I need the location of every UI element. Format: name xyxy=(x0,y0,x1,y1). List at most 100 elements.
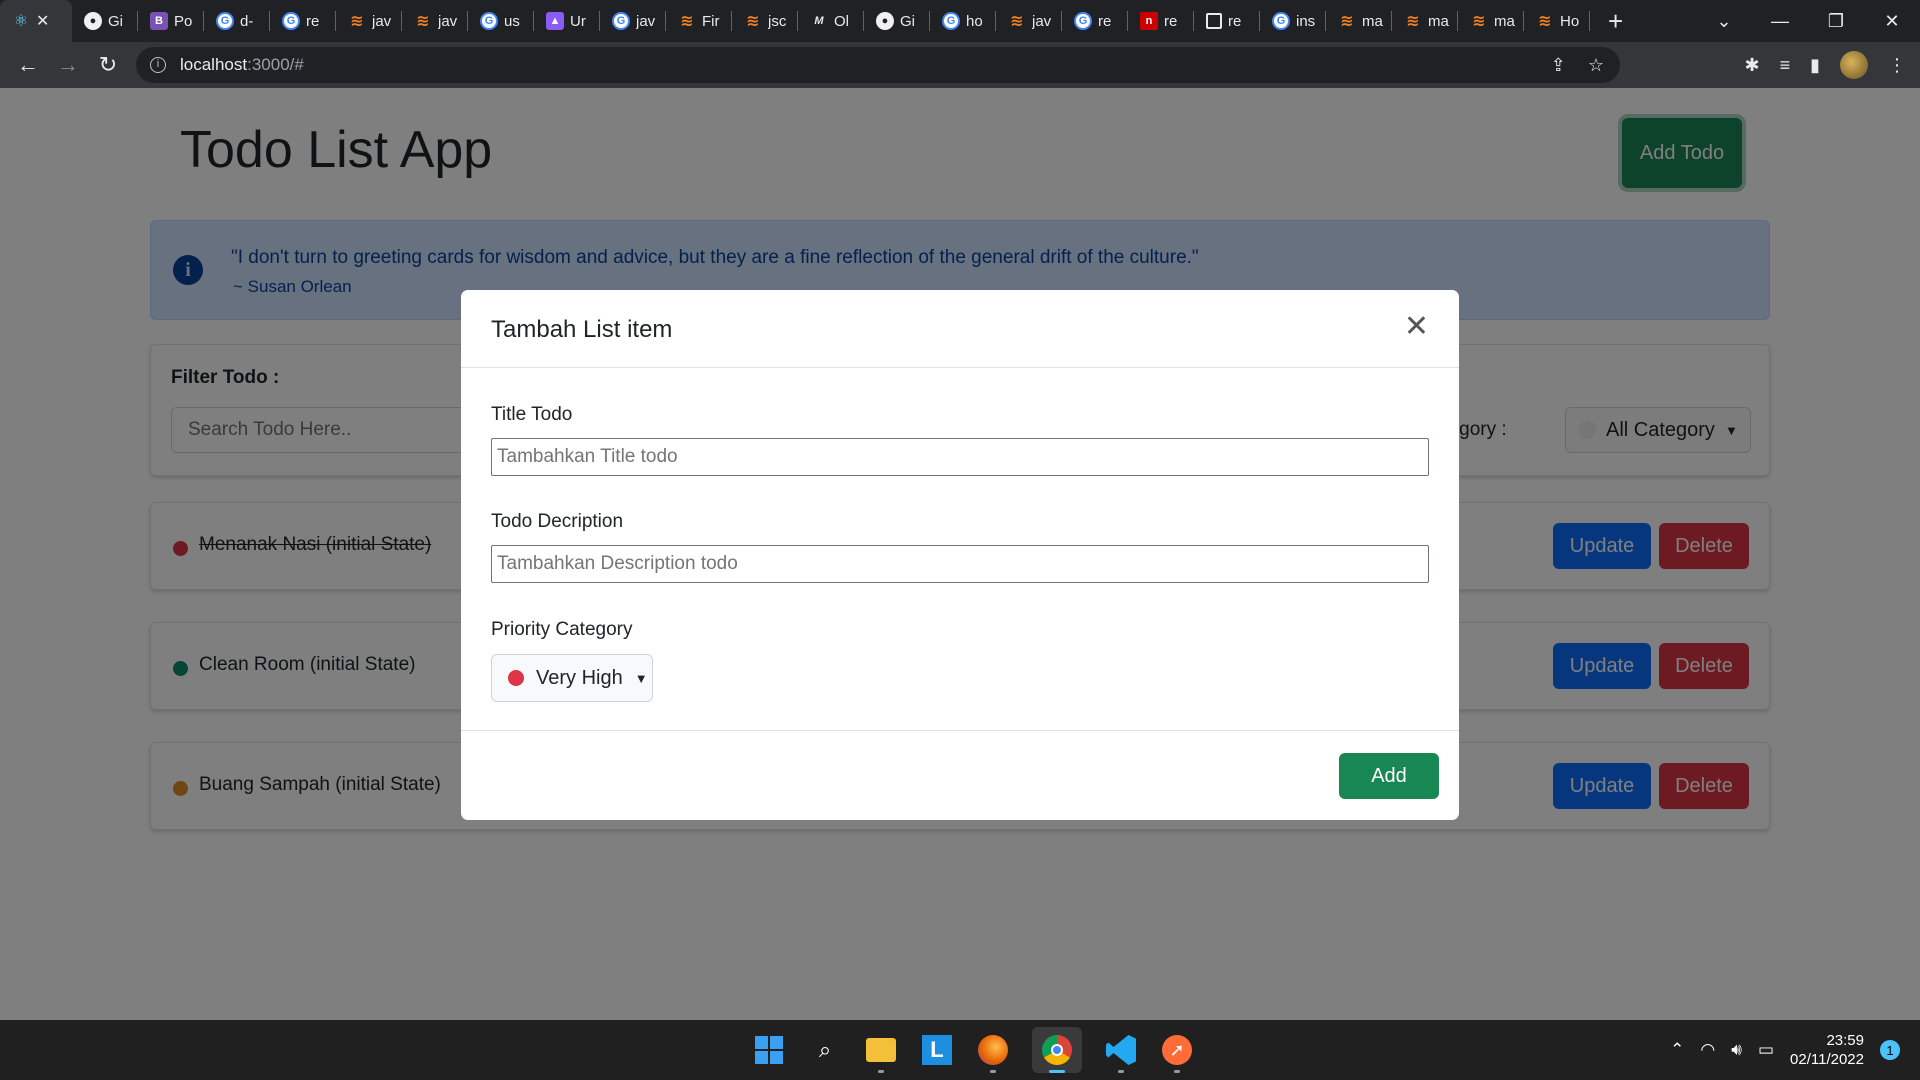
add-button[interactable]: Add xyxy=(1339,753,1439,799)
modal-footer: Add xyxy=(461,730,1459,820)
browser-tab[interactable]: Gho xyxy=(930,0,996,42)
volume-icon[interactable]: 🔊︎ xyxy=(1731,1040,1742,1060)
priority-value: Very High xyxy=(536,666,623,689)
stackoverflow-icon: ≋ xyxy=(1340,13,1354,30)
restore-icon[interactable]: ❐ xyxy=(1808,11,1864,32)
chrome-icon[interactable] xyxy=(1032,1027,1082,1073)
google-icon: G xyxy=(480,12,498,30)
browser-tab-active[interactable]: ⚛ ✕ xyxy=(0,0,72,42)
google-icon: G xyxy=(942,12,960,30)
browser-tab[interactable]: ≋ jav xyxy=(336,0,402,42)
tab-label: jav xyxy=(438,12,458,30)
tab-label: jav xyxy=(1032,12,1052,30)
bookmark-star-icon[interactable]: ☆ xyxy=(1588,55,1604,76)
file-explorer-icon[interactable] xyxy=(864,1033,898,1073)
wifi-icon[interactable]: ◠ xyxy=(1700,1040,1715,1060)
browser-tab[interactable]: Gre xyxy=(1062,0,1128,42)
window-close-icon[interactable]: ✕ xyxy=(1864,11,1920,32)
browser-menu-icon[interactable]: ⋮ xyxy=(1888,55,1906,76)
notification-badge[interactable]: 1 xyxy=(1880,1040,1900,1060)
media-control-icon[interactable]: ≡ xyxy=(1780,55,1791,76)
address-bar: ← → ↻ i localhost:3000/# ⇪ ☆ ✱ ≡ ▮ ⋮ xyxy=(0,42,1920,88)
start-icon[interactable] xyxy=(752,1033,786,1067)
google-icon: G xyxy=(612,12,630,30)
clock[interactable]: 23:59 02/11/2022 xyxy=(1790,1031,1864,1069)
tab-label: ins xyxy=(1296,12,1316,30)
npm-icon: n xyxy=(1140,12,1158,30)
stackoverflow-icon: ≋ xyxy=(1010,13,1024,30)
modal-title: Tambah List item xyxy=(491,316,673,343)
browser-tab[interactable]: Gre xyxy=(270,0,336,42)
github-icon: ● xyxy=(876,12,894,30)
browser-tab[interactable]: Gjav xyxy=(600,0,666,42)
search-icon[interactable]: ⌕ xyxy=(808,1033,842,1067)
tab-label: jav xyxy=(636,12,656,30)
description-input[interactable] xyxy=(491,545,1429,583)
browser-tab[interactable]: re xyxy=(1194,0,1260,42)
chevron-up-icon[interactable]: ⌃ xyxy=(1670,1040,1684,1060)
caret-down-icon: ▼ xyxy=(634,670,648,686)
tab-label: Po xyxy=(174,12,193,30)
react-icon: ⚛ xyxy=(13,13,29,30)
l-app-icon[interactable]: L xyxy=(920,1033,954,1067)
url-path: :3000/# xyxy=(247,55,304,74)
title-input[interactable] xyxy=(491,438,1429,476)
browser-tab[interactable]: Gd- xyxy=(204,0,270,42)
new-tab-icon[interactable]: + xyxy=(1608,6,1623,37)
clock-time: 23:59 xyxy=(1826,1032,1864,1049)
browser-tab[interactable]: ▲ Ur xyxy=(534,0,600,42)
tab-label: ma xyxy=(1362,12,1383,30)
tab-label: jsc xyxy=(768,12,787,30)
browser-tab[interactable]: ≋ Fir xyxy=(666,0,732,42)
priority-label: Priority Category xyxy=(491,619,633,640)
browser-tab[interactable]: ≋ jsc xyxy=(732,0,798,42)
page-icon xyxy=(1206,13,1222,29)
browser-tab[interactable]: ● Gi xyxy=(864,0,930,42)
description-label: Todo Decription xyxy=(491,511,624,532)
google-icon: G xyxy=(216,12,234,30)
back-icon[interactable]: ← xyxy=(8,52,48,78)
reload-icon[interactable]: ↻ xyxy=(88,52,128,78)
tab-label: Ol xyxy=(834,12,849,30)
browser-tab[interactable]: ● Gi xyxy=(72,0,138,42)
side-panel-icon[interactable]: ▮ xyxy=(1810,55,1820,76)
postman-icon[interactable]: ➚ xyxy=(1160,1033,1194,1073)
browser-tab[interactable]: ≋ Ho xyxy=(1524,0,1590,42)
tab-label: Fir xyxy=(702,12,720,30)
browser-tab[interactable]: B Po xyxy=(138,0,204,42)
stackoverflow-icon: ≋ xyxy=(350,13,364,30)
close-icon[interactable]: ✕ xyxy=(1404,312,1429,342)
browser-tab[interactable]: M Ol xyxy=(798,0,864,42)
tab-label: jav xyxy=(372,12,392,30)
modal-header: Tambah List item ✕ xyxy=(461,290,1459,368)
browser-tab[interactable]: ≋ jav xyxy=(402,0,468,42)
battery-icon[interactable]: ▭ xyxy=(1758,1040,1774,1060)
forward-icon[interactable]: → xyxy=(48,52,88,78)
tab-search-icon[interactable]: ⌄ xyxy=(1696,11,1752,32)
browser-tab[interactable]: ≋ ma xyxy=(1392,0,1458,42)
site-info-icon[interactable]: i xyxy=(150,57,166,73)
medium-icon: M xyxy=(814,15,824,27)
google-icon: G xyxy=(282,12,300,30)
tab-label: Gi xyxy=(900,12,915,30)
browser-tab[interactable]: ≋ ma xyxy=(1326,0,1392,42)
browser-tab-strip: ⚛ ✕ ● Gi B Po Gd- Gre ≋ jav ≋ jav Gus ▲ Ur Gj… xyxy=(0,0,1920,42)
tab-label: d- xyxy=(240,12,254,30)
browser-tab[interactable]: ≋ jav xyxy=(996,0,1062,42)
stackoverflow-icon: ≋ xyxy=(746,13,760,30)
share-icon[interactable]: ⇪ xyxy=(1551,55,1566,76)
browser-tab[interactable]: Gus xyxy=(468,0,534,42)
close-tab-icon[interactable]: ✕ xyxy=(36,11,49,31)
browser-tab[interactable]: Gins xyxy=(1260,0,1326,42)
minimize-icon[interactable]: — xyxy=(1752,11,1808,32)
url-field[interactable]: i localhost:3000/# ⇪ ☆ xyxy=(136,47,1620,83)
extensions-icon[interactable]: ✱ xyxy=(1744,55,1759,76)
browser-tab[interactable]: ≋ ma xyxy=(1458,0,1524,42)
browser-tab[interactable]: n re xyxy=(1128,0,1194,42)
priority-dropdown[interactable]: Very High ▼ xyxy=(491,654,653,702)
vscode-icon[interactable] xyxy=(1104,1033,1138,1073)
tab-label: ho xyxy=(966,12,983,30)
tab-label: re xyxy=(1164,12,1178,30)
firefox-icon[interactable] xyxy=(976,1033,1010,1073)
profile-avatar[interactable] xyxy=(1840,51,1868,79)
